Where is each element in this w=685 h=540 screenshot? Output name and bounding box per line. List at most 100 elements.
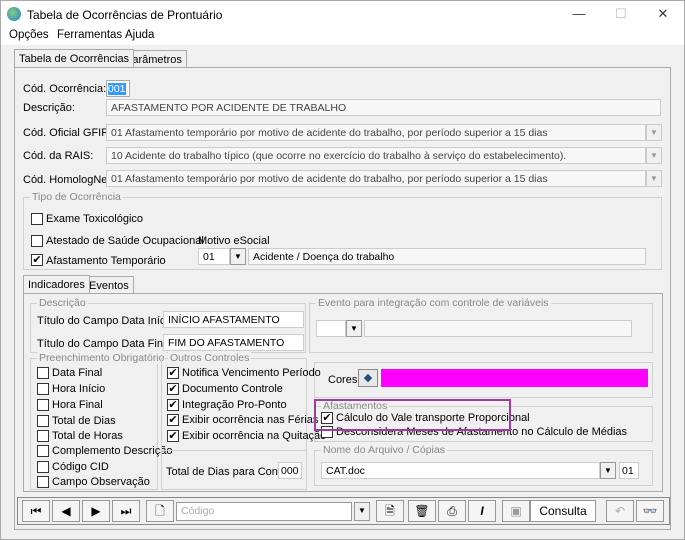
total-dias-label: Total de Dias (52, 415, 116, 427)
motivo-code[interactable]: 01 (198, 248, 230, 265)
evento-group-title: Evento para integração com controle de v… (316, 297, 551, 309)
menu-ferramentas[interactable]: Ferramentas (57, 29, 122, 41)
evento-desc (364, 320, 632, 337)
total-dias-checkbox[interactable] (37, 415, 49, 427)
next-record-icon[interactable]: ▶ (82, 500, 110, 522)
tipo-ocorrencia-group: Tipo de Ocorrência Exame Toxicológico At… (23, 191, 662, 270)
arquivo-input[interactable]: CAT.doc (321, 462, 600, 479)
codigo-search-input[interactable]: Código (176, 502, 352, 521)
notifica-label: Notifica Vencimento Período (182, 367, 321, 379)
main-window: Tabela de Ocorrências de Prontuário — ☐ … (0, 0, 685, 540)
outros-controles-group: Outros Controles ✔ Notifica Vencimento Pe… (161, 352, 326, 490)
inicio-label: Título do Campo Data Início: (37, 315, 178, 327)
preenchimento-title: Preenchimento Obrigatório (37, 352, 167, 364)
final-input[interactable]: FIM DO AFASTAMENTO (163, 334, 304, 351)
descricao-group-title: Descrição (37, 297, 88, 309)
cores-label: Cores (328, 374, 358, 386)
descricao-input[interactable]: AFASTAMENTO POR ACIDENTE DE TRABALHO (106, 99, 661, 116)
maximize-button[interactable]: ☐ (613, 6, 629, 22)
binoculars-icon[interactable]: 👓 (636, 500, 664, 522)
rais-select[interactable]: 10 Acidente do trabalho típico (que ocor… (106, 147, 646, 164)
gfip-select[interactable]: 01 Afastamento temporário por motivo de … (106, 124, 646, 141)
afastamento-label: Afastamento Temporário (46, 255, 166, 267)
observacao-label: Campo Observação (52, 476, 150, 488)
homolog-label: Cód. HomologNet: (23, 174, 114, 186)
palette-icon[interactable]: ◆ (358, 369, 378, 387)
tab-tabela-ocorrencias[interactable]: Tabela de Ocorrências (14, 49, 135, 67)
close-button[interactable]: ✕ (655, 6, 671, 22)
hora-final-label: Hora Final (52, 399, 103, 411)
hora-inicio-label: Hora Início (52, 383, 106, 395)
evento-group: Evento para integração com controle de v… (309, 297, 653, 353)
total-horas-label: Total de Horas (52, 430, 123, 442)
search-records-icon[interactable]: 🗎 (376, 500, 404, 522)
codigo-cid-label: Código CID (52, 461, 109, 473)
atestado-checkbox[interactable] (31, 235, 43, 247)
evento-dropdown-icon[interactable]: ▼ (346, 320, 362, 337)
outros-divider (162, 450, 306, 451)
cores-group: Cores ◆ (314, 362, 653, 398)
rais-dropdown-icon[interactable]: ▼ (646, 147, 662, 164)
homolog-select[interactable]: 01 Afastamento temporário por motivo de … (106, 170, 646, 187)
total-horas-checkbox[interactable] (37, 430, 49, 442)
gfip-label: Cód. Oficial GFIP: (23, 127, 112, 139)
tipo-ocorrencia-title: Tipo de Ocorrência (30, 191, 123, 203)
arquivo-dropdown-icon[interactable]: ▼ (600, 462, 616, 479)
quitacao-checkbox[interactable]: ✔ (167, 430, 179, 442)
delete-icon[interactable]: 🗑 (408, 500, 436, 522)
minimize-button[interactable]: — (571, 6, 587, 22)
documento-label: Documento Controle (182, 383, 283, 395)
title-bar: Tabela de Ocorrências de Prontuário — ☐ … (1, 1, 684, 27)
motivo-dropdown-icon[interactable]: ▼ (230, 248, 246, 265)
complemento-label: Complemento Descrição (52, 445, 173, 457)
cod-ocorrencia-input[interactable]: 001 (106, 80, 130, 97)
prev-record-icon[interactable]: ◀ (52, 500, 80, 522)
descricao-group: Descrição Título do Campo Data Início: I… (30, 297, 306, 353)
descricao-label: Descrição: (23, 102, 75, 114)
main-panel: Cód. Ocorrência: 001 Descrição: AFASTAME… (14, 67, 671, 530)
undo-icon[interactable]: ↶ (606, 500, 634, 522)
integracao-label: Integração Pro-Ponto (182, 399, 287, 411)
quitacao-label: Exibir ocorrência na Quitação (182, 430, 327, 442)
evento-code[interactable] (316, 320, 346, 337)
tab-eventos[interactable]: Eventos (84, 276, 134, 294)
arquivo-group: Nome do Arquivo / Cópias CAT.doc ▼ 01 (314, 444, 653, 486)
copias-input[interactable]: 01 (619, 462, 639, 479)
afastamento-checkbox[interactable]: ✔ (31, 254, 43, 266)
ferias-checkbox[interactable]: ✔ (167, 414, 179, 426)
exame-checkbox[interactable] (31, 213, 43, 225)
indicadores-panel: Descrição Título do Campo Data Início: I… (23, 293, 663, 492)
menu-opcoes[interactable]: Opções (9, 29, 49, 41)
data-final-checkbox[interactable] (37, 367, 49, 379)
last-record-icon[interactable]: ⏭ (112, 500, 140, 522)
consulta-button[interactable]: Consulta (530, 500, 596, 522)
menu-ajuda[interactable]: Ajuda (125, 29, 154, 41)
hora-final-checkbox[interactable] (37, 399, 49, 411)
navigation-toolbar: ⏮ ◀ ▶ ⏭ 🗋 Código ▼ 🗎 🗑 ⎙ I ▣ Consulta ↶ … (17, 497, 670, 525)
final-label: Título do Campo Data Final: (37, 338, 175, 350)
app-icon (7, 7, 21, 21)
preenchimento-group: Preenchimento Obrigatório Data Final Hor… (30, 352, 172, 490)
menu-bar: Opções Ferramentas Ajuda (1, 27, 684, 45)
tab-indicadores[interactable]: Indicadores (23, 275, 90, 293)
new-document-icon[interactable]: 🗋 (146, 500, 174, 522)
exame-label: Exame Toxicológico (46, 213, 144, 225)
motivo-esocial-label: Motivo eSocial (198, 235, 270, 247)
complemento-checkbox[interactable] (37, 445, 49, 457)
homolog-dropdown-icon[interactable]: ▼ (646, 170, 662, 187)
notifica-checkbox[interactable]: ✔ (167, 367, 179, 379)
italic-icon[interactable]: I (468, 500, 496, 522)
inicio-input[interactable]: INÍCIO AFASTAMENTO (163, 311, 304, 328)
save-icon[interactable]: ▣ (502, 500, 530, 522)
hora-inicio-checkbox[interactable] (37, 383, 49, 395)
documento-checkbox[interactable]: ✔ (167, 383, 179, 395)
observacao-checkbox[interactable] (37, 476, 49, 488)
total-controle-input[interactable]: 000 (278, 462, 302, 479)
integracao-checkbox[interactable]: ✔ (167, 399, 179, 411)
rais-label: Cód. da RAIS: (23, 150, 94, 162)
gfip-dropdown-icon[interactable]: ▼ (646, 124, 662, 141)
first-record-icon[interactable]: ⏮ (22, 500, 50, 522)
print-icon[interactable]: ⎙ (438, 500, 466, 522)
codigo-dropdown-icon[interactable]: ▼ (354, 502, 370, 521)
codigo-cid-checkbox[interactable] (37, 461, 49, 473)
